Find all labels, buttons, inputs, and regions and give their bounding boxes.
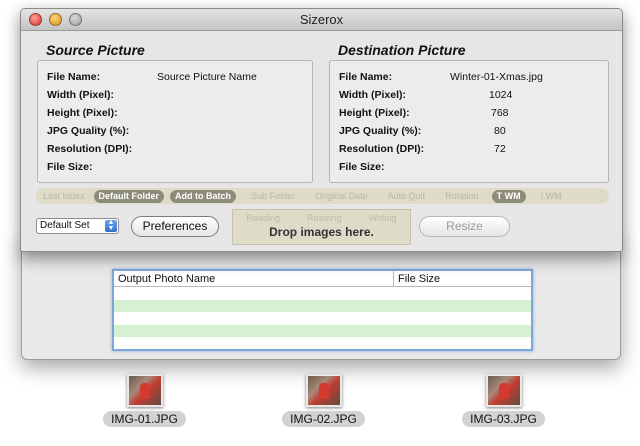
- table-row: [114, 324, 531, 337]
- output-drawer: Output Photo Name File Size: [21, 238, 621, 360]
- table-row: [114, 299, 531, 312]
- destination-jpg-quality-value: 80: [494, 125, 506, 137]
- file-label: IMG-03.JPG: [462, 411, 545, 427]
- column-header-file-size[interactable]: File Size: [394, 271, 531, 286]
- source-picture-heading: Source Picture: [46, 42, 145, 58]
- window-title: Sizerox: [299, 12, 344, 27]
- source-resolution-label: Resolution (DPI):: [47, 143, 133, 155]
- desktop-file-icon[interactable]: IMG-01.JPG: [97, 374, 192, 428]
- source-file-name-label: File Name:: [47, 71, 101, 83]
- destination-file-name-label: File Name:: [339, 71, 393, 83]
- options-bar: Last Index Default Folder Add to Batch S…: [36, 188, 609, 204]
- destination-resolution-label: Resolution (DPI):: [339, 143, 425, 155]
- table-rows: [114, 287, 531, 349]
- destination-height-label: Height (Pixel):: [339, 107, 410, 119]
- file-label: IMG-02.JPG: [282, 411, 365, 427]
- source-height-label: Height (Pixel):: [47, 107, 118, 119]
- option-default-folder[interactable]: Default Folder: [93, 189, 165, 203]
- table-row: [114, 337, 531, 349]
- column-header-output-photo-name[interactable]: Output Photo Name: [114, 271, 394, 286]
- step-reading: Reading: [246, 213, 281, 223]
- file-label: IMG-01.JPG: [103, 411, 186, 427]
- desktop-file-icon[interactable]: IMG-02.JPG: [276, 374, 371, 428]
- table-row: [114, 287, 531, 300]
- drop-zone-label: Drop images here.: [269, 225, 374, 239]
- zoom-icon[interactable]: [69, 13, 82, 26]
- source-width-label: Width (Pixel):: [47, 89, 114, 101]
- resize-button[interactable]: Resize: [419, 216, 510, 237]
- source-file-name-value: Source Picture Name: [157, 71, 257, 83]
- destination-file-size-label: File Size:: [339, 161, 385, 173]
- destination-width-label: Width (Pixel):: [339, 89, 406, 101]
- source-jpg-quality-label: JPG Quality (%):: [47, 125, 130, 137]
- option-sub-folder[interactable]: Sub Folder: [246, 190, 300, 203]
- preset-select-value: Default Set: [40, 220, 90, 231]
- table-row: [114, 312, 531, 325]
- progress-steps: Reading Resizing Writing: [233, 210, 410, 223]
- image-thumbnail-icon: [126, 374, 163, 407]
- preferences-button[interactable]: Preferences: [131, 216, 219, 237]
- output-table[interactable]: Output Photo Name File Size: [112, 269, 533, 351]
- source-picture-panel: File Name: Source Picture Name Width (Pi…: [37, 60, 313, 183]
- table-header: Output Photo Name File Size: [114, 271, 531, 287]
- destination-picture-panel: File Name: Winter-01-Xmas.jpg Width (Pix…: [329, 60, 609, 183]
- destination-jpg-quality-label: JPG Quality (%):: [339, 125, 422, 137]
- option-i-wm[interactable]: I WM: [536, 190, 567, 203]
- close-icon[interactable]: [29, 13, 42, 26]
- minimize-icon[interactable]: [49, 13, 62, 26]
- option-original-date[interactable]: Original Date: [310, 190, 373, 203]
- desktop-file-icon[interactable]: IMG-03.JPG: [456, 374, 551, 428]
- source-file-size-label: File Size:: [47, 161, 93, 173]
- sizerox-window: Sizerox Source Picture Destination Pictu…: [20, 8, 623, 252]
- image-thumbnail-icon: [485, 374, 522, 407]
- option-add-to-batch[interactable]: Add to Batch: [170, 189, 237, 203]
- option-t-wm[interactable]: T WM: [491, 189, 526, 203]
- step-writing: Writing: [368, 213, 397, 223]
- select-arrows-icon: ▲ ▼: [105, 219, 117, 232]
- option-auto-quit[interactable]: Auto Quit: [383, 190, 431, 203]
- option-last-index[interactable]: Last Index: [38, 190, 90, 203]
- option-rotation[interactable]: Rotation: [440, 190, 484, 203]
- title-bar[interactable]: Sizerox: [21, 9, 622, 31]
- image-thumbnail-icon: [305, 374, 342, 407]
- destination-file-name-value: Winter-01-Xmas.jpg: [450, 71, 543, 83]
- window-controls: [29, 13, 82, 26]
- drop-zone[interactable]: Reading Resizing Writing Drop images her…: [232, 209, 411, 245]
- destination-resolution-value: 72: [494, 143, 506, 155]
- destination-width-value: 1024: [489, 89, 513, 101]
- destination-height-value: 768: [491, 107, 509, 119]
- preset-select[interactable]: Default Set ▲ ▼: [36, 218, 119, 234]
- destination-picture-heading: Destination Picture: [338, 42, 466, 58]
- step-resizing: Resizing: [307, 213, 342, 223]
